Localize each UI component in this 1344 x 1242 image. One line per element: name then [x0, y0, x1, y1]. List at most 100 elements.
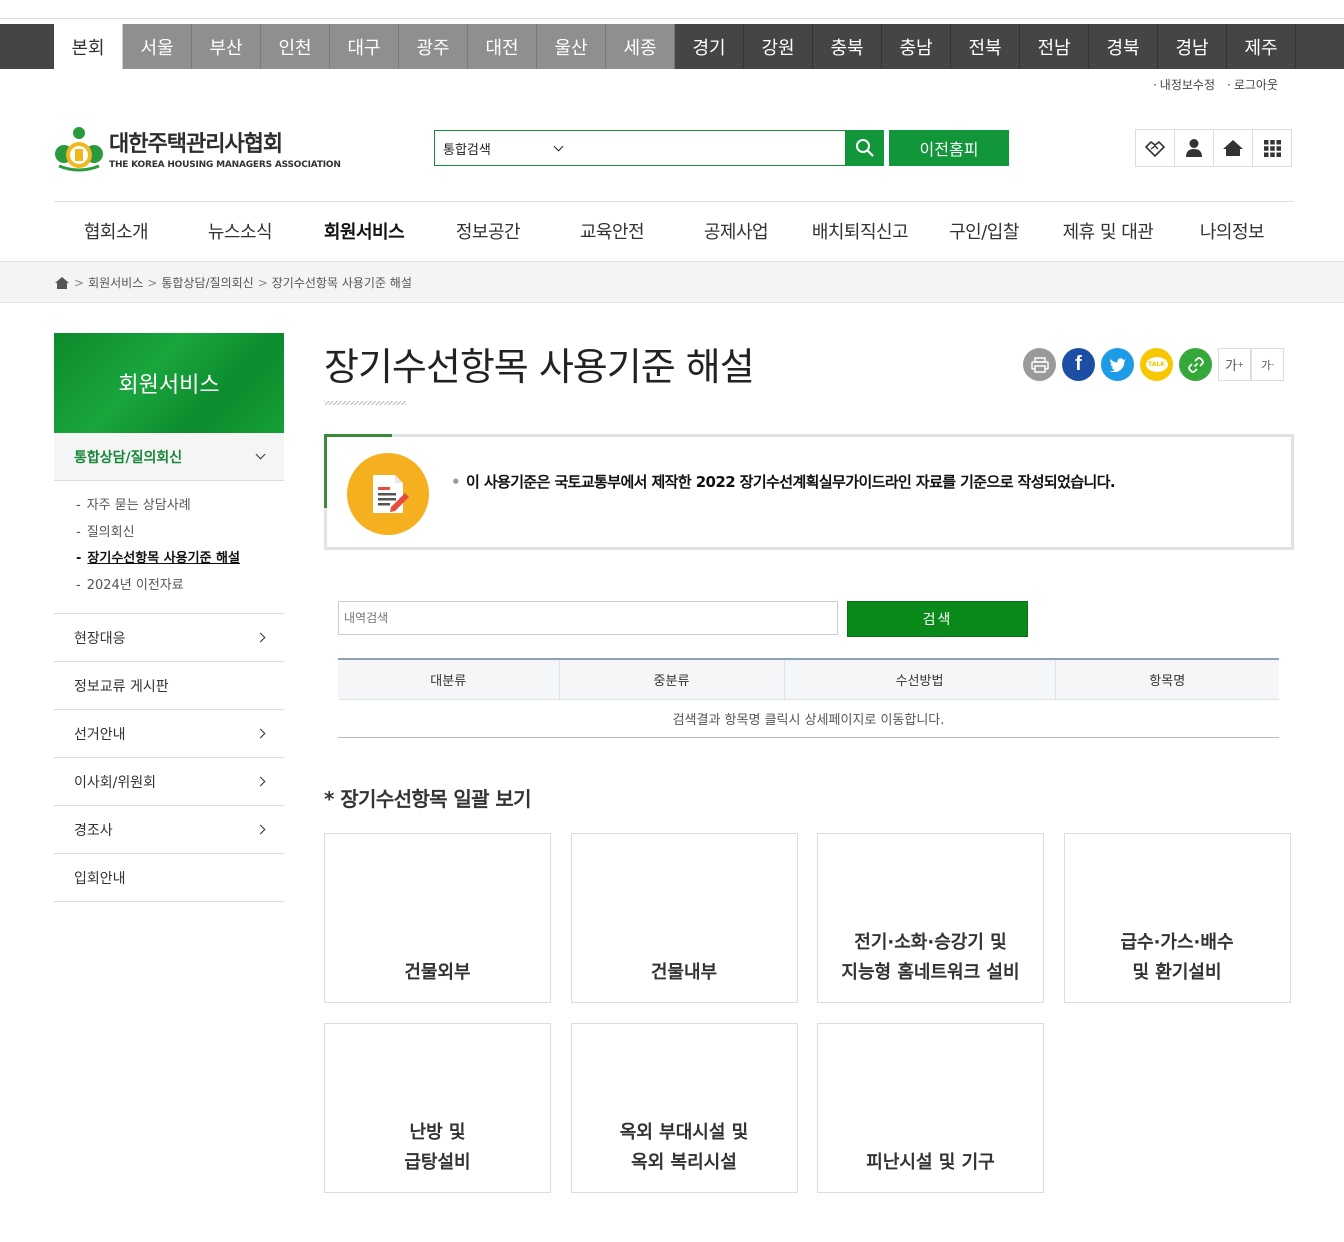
gnb-item[interactable]: 회원서비스: [302, 202, 426, 260]
top-divider: [0, 18, 1344, 19]
chevron-right-icon: [255, 632, 266, 643]
category-card[interactable]: 전기·소화·승강기 및 지능형 홈네트워크 설비: [817, 833, 1044, 1003]
gnb-item[interactable]: 정보공간: [426, 202, 550, 260]
breadcrumb-item[interactable]: 회원서비스: [88, 274, 143, 291]
region-tab[interactable]: 세종: [606, 24, 675, 69]
section-title: * 장기수선항목 일괄 보기: [324, 787, 532, 811]
region-tab[interactable]: 대구: [330, 24, 399, 69]
share-toolbar: f TALK 가 + 가-: [1023, 348, 1284, 381]
region-tab[interactable]: 본회: [54, 24, 123, 69]
gnb-item[interactable]: 교육안전: [550, 202, 674, 260]
region-tab[interactable]: 대전: [468, 24, 537, 69]
region-tab[interactable]: 전북: [951, 24, 1020, 69]
table-row: 검색결과 항목명 클릭시 상세페이지로 이동합니다.: [338, 699, 1279, 738]
sidebar-item[interactable]: 현장대응: [54, 614, 284, 662]
sidebar-item[interactable]: 경조사: [54, 806, 284, 854]
sidebar-item[interactable]: 선거안내: [54, 710, 284, 758]
kakao-share-button[interactable]: TALK: [1140, 348, 1173, 381]
all-menu-button[interactable]: [1252, 129, 1292, 167]
region-tab[interactable]: 서울: [123, 24, 192, 69]
chevron-right-icon: [255, 776, 266, 787]
search-input[interactable]: [570, 131, 845, 165]
gnb-item[interactable]: 제휴 및 대관: [1046, 202, 1170, 260]
title-decoration: [324, 401, 406, 405]
sidebar-subitem[interactable]: 2024년 이전자료: [76, 573, 284, 600]
chevron-down-icon: [553, 141, 564, 151]
sidebar-submenu: 자주 묻는 상담사례질의회신장기수선항목 사용기준 해설2024년 이전자료: [54, 481, 284, 614]
table-header: 중분류: [559, 658, 785, 700]
gnb-item[interactable]: 뉴스소식: [178, 202, 302, 260]
sidebar-item[interactable]: 정보교류 게시판: [54, 662, 284, 710]
region-bar: 본회 서울 부산 인천 대구 광주 대전 울산 세종 경기 강원 충북 충남 전북 전남 경북 경남 제주: [0, 24, 1344, 69]
sidebar-title: 회원서비스: [54, 333, 284, 433]
breadcrumb: > 회원서비스 > 통합상담/질의회신 > 장기수선항목 사용기준 해설: [54, 274, 412, 291]
print-button[interactable]: [1023, 348, 1056, 381]
gnb-item[interactable]: 나의정보: [1170, 202, 1294, 260]
font-size-down-button[interactable]: 가-: [1251, 348, 1284, 381]
breadcrumb-bar: > 회원서비스 > 통합상담/질의회신 > 장기수선항목 사용기준 해설: [0, 261, 1344, 303]
gnb-item[interactable]: 구인/입찰: [922, 202, 1046, 260]
sidebar-subitem[interactable]: 자주 묻는 상담사례: [76, 493, 284, 520]
search-scope-select[interactable]: 통합검색: [435, 131, 570, 165]
logout-link[interactable]: 로그아웃: [1227, 76, 1278, 93]
mypage-link[interactable]: [1174, 129, 1214, 167]
global-search-box: 통합검색: [434, 130, 846, 166]
twitter-icon: [1109, 358, 1126, 372]
sidebar-item[interactable]: 이사회/위원회: [54, 758, 284, 806]
breadcrumb-item[interactable]: 장기수선항목 사용기준 해설: [272, 274, 412, 291]
sidebar-menu: 통합상담/질의회신 자주 묻는 상담사례질의회신장기수선항목 사용기준 해설20…: [54, 433, 284, 902]
facebook-icon: f: [1075, 353, 1082, 375]
region-tab[interactable]: 경남: [1158, 24, 1227, 69]
sidebar-subitem[interactable]: 장기수선항목 사용기준 해설: [76, 546, 284, 573]
home-icon[interactable]: [54, 276, 70, 290]
region-tab[interactable]: 제주: [1227, 24, 1296, 69]
copy-link-button[interactable]: [1179, 348, 1212, 381]
region-tab[interactable]: 전남: [1020, 24, 1089, 69]
home-icon: [1223, 140, 1243, 156]
sitemap-link[interactable]: [1135, 129, 1175, 167]
prev-homepage-button[interactable]: 이전홈피: [889, 130, 1009, 166]
breadcrumb-item[interactable]: 통합상담/질의회신: [161, 274, 253, 291]
category-card[interactable]: 난방 및 급탕설비: [324, 1023, 551, 1193]
gnb-item[interactable]: 협회소개: [54, 202, 178, 260]
font-size-up-button[interactable]: 가 +: [1218, 348, 1251, 381]
region-tab[interactable]: 인천: [261, 24, 330, 69]
logo-emblem-icon: [54, 124, 104, 172]
edit-info-link[interactable]: 내정보수정: [1153, 76, 1215, 93]
table-header: 수선방법: [784, 658, 1056, 700]
region-tab[interactable]: 충남: [882, 24, 951, 69]
handshake-icon: [1144, 140, 1166, 158]
region-tab[interactable]: 충북: [813, 24, 882, 69]
region-tab[interactable]: 광주: [399, 24, 468, 69]
home-link[interactable]: [1213, 129, 1253, 167]
gnb-item[interactable]: 공제사업: [674, 202, 798, 260]
chevron-right-icon: [255, 824, 266, 835]
region-tab[interactable]: 경기: [675, 24, 744, 69]
region-tab[interactable]: 울산: [537, 24, 606, 69]
gnb-item[interactable]: 배치퇴직신고: [798, 202, 922, 260]
notice-box: 이 사용기준은 국토교통부에서 제작한 2022 장기수선계획실무가이드라인 자…: [324, 434, 1294, 550]
region-tab[interactable]: 경북: [1089, 24, 1158, 69]
table-header: 대분류: [338, 658, 560, 700]
history-search-input[interactable]: [338, 601, 838, 635]
category-card[interactable]: 건물내부: [570, 833, 798, 1003]
history-search-button[interactable]: 검색: [847, 601, 1028, 637]
category-card[interactable]: 피난시설 및 기구: [817, 1023, 1044, 1193]
search-button[interactable]: [846, 130, 884, 166]
facebook-share-button[interactable]: f: [1062, 348, 1095, 381]
user-icon: [1186, 139, 1202, 157]
sidebar-item-consulting[interactable]: 통합상담/질의회신: [54, 433, 284, 481]
category-card[interactable]: 건물외부: [324, 833, 551, 1003]
region-tab[interactable]: 강원: [744, 24, 813, 69]
site-logo[interactable]: 대한주택관리사협회 THE KOREA HOUSING MANAGERS ASS…: [54, 124, 341, 172]
category-card[interactable]: 옥외 부대시설 및 옥외 복리시설: [570, 1023, 798, 1193]
region-tab[interactable]: 부산: [192, 24, 261, 69]
category-grid: 건물외부 건물내부 전기·소화·승강기 및 지능형 홈네트워크 설비 급수·가스·배수…: [324, 833, 1291, 1193]
sidebar-item[interactable]: 입회안내: [54, 854, 284, 902]
sidebar-subitem[interactable]: 질의회신: [76, 520, 284, 547]
category-card[interactable]: 급수·가스·배수 및 환기설비: [1063, 833, 1291, 1003]
twitter-share-button[interactable]: [1101, 348, 1134, 381]
link-icon: [1187, 356, 1204, 373]
quick-icons: [1135, 129, 1292, 167]
table-header: 항목명: [1055, 658, 1279, 700]
